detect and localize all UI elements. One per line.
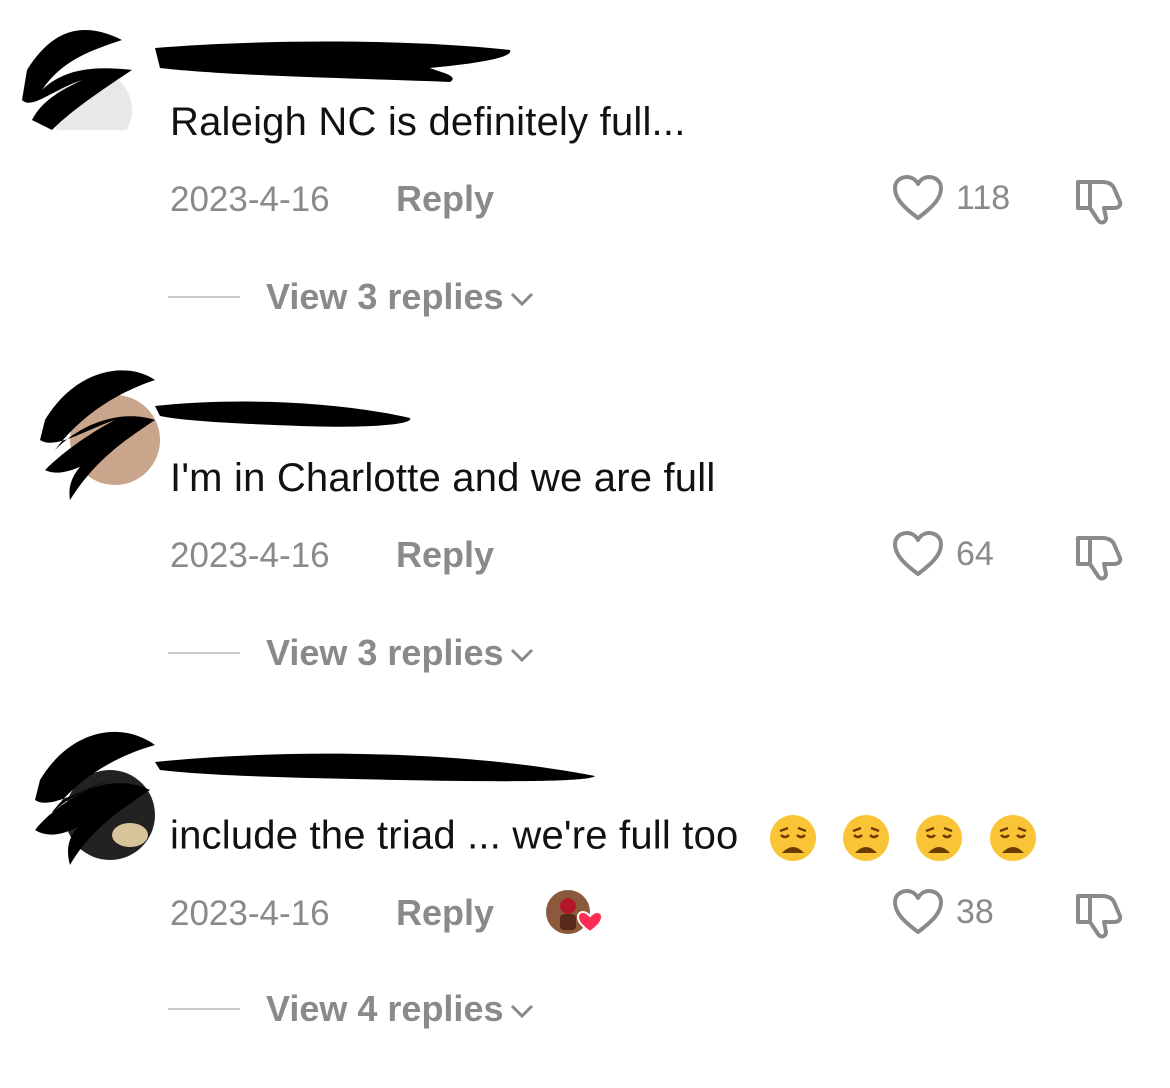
- weary-face-emoji-icon: [769, 815, 816, 861]
- comment-date: 2023-4-16: [170, 536, 330, 575]
- like-button[interactable]: 38: [892, 888, 994, 936]
- redacted-username: [155, 41, 511, 82]
- thumbs-down-icon: [1076, 894, 1123, 939]
- thumbs-down-icon: [1076, 180, 1123, 225]
- redacted-username: [155, 401, 411, 427]
- view-replies-label: View 4 replies: [266, 988, 504, 1029]
- view-replies-label: View 3 replies: [266, 632, 504, 673]
- comment-date: 2023-4-16: [170, 894, 330, 933]
- weary-face-emoji-icon: [989, 815, 1036, 861]
- chevron-down-icon: [511, 648, 534, 663]
- weary-face-emoji-icon: [843, 815, 890, 861]
- avatar[interactable]: [30, 360, 160, 500]
- thumbs-down-icon: [1076, 536, 1123, 581]
- reply-button[interactable]: Reply: [396, 534, 494, 576]
- redacted-username: [155, 753, 595, 782]
- view-replies-button[interactable]: View 3 replies: [168, 276, 535, 318]
- heart-outline-icon: [893, 531, 943, 576]
- reply-button[interactable]: Reply: [396, 178, 494, 220]
- like-button[interactable]: 64: [892, 530, 994, 578]
- comment-text: I'm in Charlotte and we are full: [170, 456, 716, 500]
- avatar[interactable]: [30, 720, 155, 865]
- comment-text-body: include the triad ... we're full too: [170, 813, 739, 858]
- divider: [168, 1008, 240, 1010]
- like-button[interactable]: 118: [892, 174, 1010, 222]
- divider: [168, 296, 240, 298]
- chevron-down-icon: [511, 1004, 534, 1019]
- weary-face-emoji-icon: [916, 815, 963, 861]
- comment-date: 2023-4-16: [170, 180, 330, 219]
- creator-liked-avatar: [546, 888, 604, 938]
- dislike-button[interactable]: [1072, 888, 1126, 942]
- view-replies-button[interactable]: View 3 replies: [168, 632, 535, 674]
- like-count: 64: [956, 534, 994, 573]
- redacted-avatar-icon: [35, 731, 155, 865]
- like-count: 118: [956, 178, 1011, 217]
- view-replies-button[interactable]: View 4 replies: [168, 988, 535, 1030]
- comment-text: include the triad ... we're full too: [170, 813, 1038, 863]
- dislike-button[interactable]: [1072, 174, 1126, 228]
- redacted-avatar-icon: [40, 370, 160, 500]
- comment-text: Raleigh NC is definitely full...: [170, 100, 686, 144]
- reply-button[interactable]: Reply: [396, 892, 494, 934]
- heart-outline-icon: [893, 889, 943, 934]
- emoji-group: [756, 814, 1038, 861]
- creator-liked-heart-icon: [546, 890, 604, 934]
- avatar[interactable]: [22, 20, 132, 130]
- redacted-avatar-icon: [22, 30, 132, 130]
- like-count: 38: [956, 892, 994, 931]
- chevron-down-icon: [511, 292, 534, 307]
- dislike-button[interactable]: [1072, 530, 1126, 584]
- heart-outline-icon: [893, 175, 943, 220]
- divider: [168, 652, 240, 654]
- view-replies-label: View 3 replies: [266, 276, 504, 317]
